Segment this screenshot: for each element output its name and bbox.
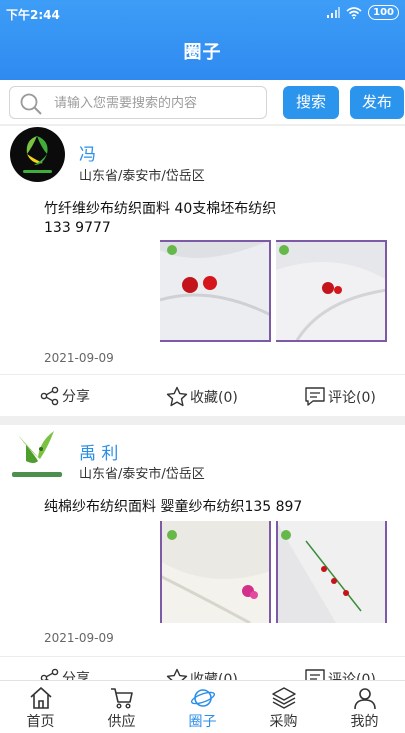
post-image[interactable]: [160, 240, 271, 342]
post-image[interactable]: [276, 521, 387, 623]
search-bar: 搜索 发布: [0, 80, 405, 124]
tab-label: 我的: [350, 714, 379, 730]
tab-label: 圈子: [188, 714, 217, 730]
page-title: 圈子: [183, 42, 222, 63]
status-icons: 100: [326, 5, 399, 20]
search-button[interactable]: 搜索: [283, 86, 339, 119]
share-icon: [40, 386, 59, 406]
post-date: 2021-09-09: [44, 631, 114, 645]
tab-home[interactable]: 首页: [0, 681, 81, 733]
post-location: 山东省/泰安市/岱岳区: [79, 467, 205, 482]
post-card[interactable]: 禹 利 山东省/泰安市/岱岳区 纯棉纱布纺织面料 婴童纱布纺织135 897 2…: [0, 425, 405, 689]
avatar[interactable]: [10, 427, 65, 482]
search-icon: [20, 93, 42, 115]
comment-button[interactable]: 评论(0): [304, 386, 376, 408]
company-logo-icon: [10, 427, 65, 482]
user-icon: [353, 688, 376, 710]
share-label: 分享: [62, 389, 90, 405]
post-date: 2021-09-09: [44, 351, 114, 365]
tab-label: 供应: [107, 714, 136, 730]
layers-icon: [271, 687, 296, 709]
avatar[interactable]: [10, 127, 65, 182]
star-icon: [166, 386, 188, 407]
tab-purchase[interactable]: 采购: [243, 681, 324, 733]
tab-mine[interactable]: 我的: [324, 681, 405, 733]
status-time: 下午2:44: [6, 8, 60, 22]
favorite-button[interactable]: 收藏(0): [166, 386, 238, 408]
comment-label: 评论(0): [328, 390, 376, 406]
post-card[interactable]: 冯 山东省/泰安市/岱岳区 竹纤维纱布纺织面料 40支棉坯布纺织 133 977…: [0, 126, 405, 416]
post-location: 山东省/泰安市/岱岳区: [79, 169, 205, 184]
post-content[interactable]: 竹纤维纱布纺织面料 40支棉坯布纺织 133 9777: [44, 200, 276, 238]
search-input[interactable]: [54, 93, 259, 113]
bottom-tab-bar: 首页 供应 圈子 采购 我的: [0, 680, 405, 733]
post-content-line: 133 9777: [44, 220, 111, 236]
tab-circle[interactable]: 圈子: [162, 681, 243, 733]
tab-label: 首页: [26, 714, 55, 730]
favorite-label: 收藏(0): [190, 390, 238, 406]
post-content-line: 纯棉纱布纺织面料 婴童纱布纺织135 897: [44, 499, 303, 515]
tab-label: 采购: [269, 714, 298, 730]
comment-icon: [305, 387, 325, 406]
post-actions: 分享 收藏(0) 评论(0): [0, 374, 405, 416]
cart-icon: [110, 688, 133, 709]
search-box: [9, 86, 267, 119]
post-content[interactable]: 纯棉纱布纺织面料 婴童纱布纺织135 897: [44, 498, 302, 517]
share-button[interactable]: 分享: [40, 386, 90, 406]
home-icon: [29, 687, 52, 709]
post-image[interactable]: [160, 521, 271, 623]
tab-supply[interactable]: 供应: [81, 681, 162, 733]
signal-icon: [327, 6, 341, 18]
planet-icon: [190, 689, 215, 707]
post-author[interactable]: 冯: [79, 140, 96, 165]
wifi-icon: [346, 6, 362, 19]
company-logo-icon: [10, 127, 65, 182]
app-header: 下午2:44 100 圈子: [0, 0, 405, 80]
post-author[interactable]: 禹 利: [79, 439, 118, 464]
post-content-line: 竹纤维纱布纺织面料 40支棉坯布纺织: [44, 201, 277, 217]
post-image[interactable]: [276, 240, 387, 342]
battery-indicator: 100: [368, 5, 399, 20]
status-bar: 下午2:44 100: [0, 0, 405, 28]
post-button[interactable]: 发布: [350, 86, 404, 119]
